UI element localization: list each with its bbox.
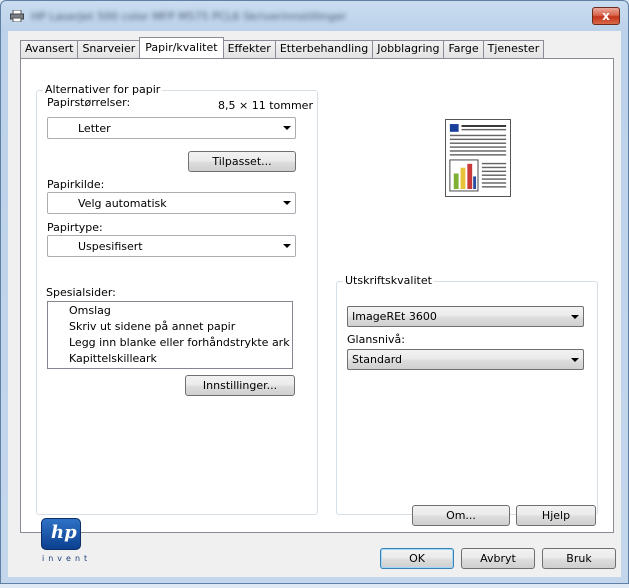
list-item[interactable]: Omslag — [69, 304, 111, 317]
paper-source-label: Papirkilde: — [47, 178, 105, 191]
special-pages-label: Spesialsider: — [46, 286, 116, 299]
tab-avansert[interactable]: Avansert — [20, 40, 79, 58]
printer-icon — [10, 10, 24, 22]
paper-options-legend: Alternativer for papir — [43, 83, 163, 96]
paper-size-dropdown[interactable]: Letter — [47, 117, 296, 139]
tab-tjenester[interactable]: Tjenester — [482, 40, 545, 58]
cancel-button[interactable]: Avbryt — [461, 548, 535, 569]
tab-farge[interactable]: Farge — [443, 40, 484, 58]
close-icon: x — [602, 9, 610, 23]
window-title: HP LaserJet 500 color MFP M575 PCL6 Skri… — [31, 10, 347, 22]
document-preview-icon — [445, 119, 511, 197]
help-button[interactable]: Hjelp — [516, 505, 596, 526]
paper-source-dropdown[interactable]: Velg automatisk — [47, 192, 296, 214]
chevron-down-icon — [283, 126, 291, 130]
hp-logo-mark: hp — [41, 518, 81, 550]
gloss-level-label: Glansnivå: — [347, 333, 406, 346]
custom-size-button[interactable]: Tilpasset... — [188, 151, 296, 172]
paper-type-value: Uspesifisert — [78, 240, 143, 253]
paper-size-dimensions: 8,5 × 11 tommer — [218, 99, 313, 112]
apply-button[interactable]: Bruk — [542, 548, 616, 569]
list-item[interactable]: Skriv ut sidene på annet papir — [69, 320, 235, 333]
print-quality-dropdown[interactable]: ImageREt 3600 — [347, 306, 584, 327]
close-button[interactable]: x — [592, 7, 620, 25]
list-item[interactable]: Kapittelskilleark — [69, 352, 157, 365]
paper-size-value: Letter — [78, 122, 111, 135]
dialog-window: HP LaserJet 500 color MFP M575 PCL6 Skri… — [0, 0, 629, 584]
hp-logo: hp invent — [41, 518, 101, 588]
special-pages-settings-button[interactable]: Innstillinger... — [185, 375, 295, 396]
print-quality-legend: Utskriftskvalitet — [343, 274, 434, 287]
title-bar[interactable]: HP LaserJet 500 color MFP M575 PCL6 Skri… — [1, 1, 628, 31]
tab-etterbehandling[interactable]: Etterbehandling — [274, 40, 374, 58]
hp-logo-tagline: invent — [42, 554, 92, 563]
tab-strip: Avansert Snarveier Papir/kvalitet Effekt… — [20, 37, 545, 58]
dialog-client-area: Avansert Snarveier Papir/kvalitet Effekt… — [8, 31, 621, 577]
tab-panel: Alternativer for papir Papirstørrelser: … — [20, 58, 614, 563]
paper-size-label: Papirstørrelser: — [47, 96, 131, 109]
paper-source-value: Velg automatisk — [78, 197, 167, 210]
chevron-down-icon — [283, 244, 291, 248]
chevron-down-icon — [571, 315, 579, 319]
chevron-down-icon — [283, 201, 291, 205]
tab-snarveier[interactable]: Snarveier — [77, 40, 141, 58]
print-quality-value: ImageREt 3600 — [352, 310, 437, 323]
tab-jobblagring[interactable]: Jobblagring — [372, 40, 445, 58]
gloss-level-value: Standard — [352, 353, 403, 366]
list-item[interactable]: Legg inn blanke eller forhåndstrykte ark — [69, 336, 290, 349]
tab-effekter[interactable]: Effekter — [222, 40, 276, 58]
gloss-level-dropdown[interactable]: Standard — [347, 349, 584, 370]
special-pages-list[interactable]: Omslag Skriv ut sidene på annet papir Le… — [47, 301, 293, 369]
ok-button[interactable]: OK — [380, 548, 454, 569]
chevron-down-icon — [571, 358, 579, 362]
hp-logo-text: hp — [51, 522, 77, 543]
paper-type-label: Papirtype: — [47, 221, 103, 234]
paper-type-dropdown[interactable]: Uspesifisert — [47, 235, 296, 257]
tab-papir-kvalitet[interactable]: Papir/kvalitet — [139, 37, 224, 58]
about-button[interactable]: Om... — [412, 505, 510, 526]
